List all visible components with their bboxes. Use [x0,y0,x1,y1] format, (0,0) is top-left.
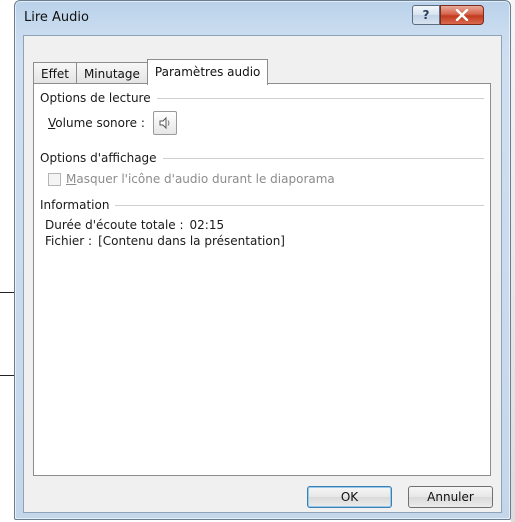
duration-row: Durée d'écoute totale : 02:15 [45,217,224,233]
group-playback-options: Options de lecture [40,90,484,106]
title-bar[interactable]: Lire Audio ? [15,1,510,35]
duration-label: Durée d'écoute totale : [45,218,184,232]
tab-parametres-audio[interactable]: Paramètres audio [146,59,269,85]
group-label: Options d'affichage [40,151,157,165]
cancel-button[interactable]: Annuler [408,486,493,508]
hide-icon-checkbox[interactable] [48,172,61,186]
ok-button-label: OK [340,490,359,504]
help-icon: ? [422,8,430,22]
volume-button[interactable] [152,111,177,135]
group-divider [115,204,484,206]
file-row: Fichier : [Contenu dans la présentation] [45,233,285,249]
background-line [0,292,14,293]
ok-button[interactable]: OK [307,486,392,508]
hide-icon-option: Masquer l'icône d'audio durant le diapor… [48,170,335,188]
help-button[interactable]: ? [412,5,440,25]
dialog-window: Lire Audio ? Effet Minutage Paramètres a… [14,0,511,520]
file-value: [Contenu dans la présentation] [98,234,285,248]
tab-minutage[interactable]: Minutage [75,62,148,84]
background-line [0,375,14,376]
close-button[interactable] [440,5,484,25]
window-title: Lire Audio [24,10,89,25]
tab-label: Effet [41,66,69,81]
tab-strip: Effet Minutage Paramètres audio [33,58,269,85]
group-display-options: Options d'affichage [40,150,484,166]
background-strip [511,0,515,522]
group-divider [156,97,484,99]
hide-icon-label: Masquer l'icône d'audio durant le diapor… [66,172,335,186]
group-label: Information [40,198,110,212]
group-information: Information [40,197,484,213]
file-label: Fichier : [45,234,93,248]
speaker-icon [159,116,170,130]
group-divider [162,157,484,159]
dialog-client-area: Effet Minutage Paramètres audio Options … [23,35,502,513]
tab-effet[interactable]: Effet [33,62,77,84]
duration-value: 02:15 [189,218,225,232]
volume-row: Volume sonore : [48,110,177,136]
tab-label: Minutage [83,66,140,81]
volume-label: Volume sonore : [48,116,145,130]
cancel-button-label: Annuler [427,490,474,504]
tab-panel-parametres-audio: Options de lecture Volume sonore : Optio… [33,83,491,476]
close-icon [455,9,469,21]
tab-label: Paramètres audio [154,64,261,79]
group-label: Options de lecture [40,91,151,105]
